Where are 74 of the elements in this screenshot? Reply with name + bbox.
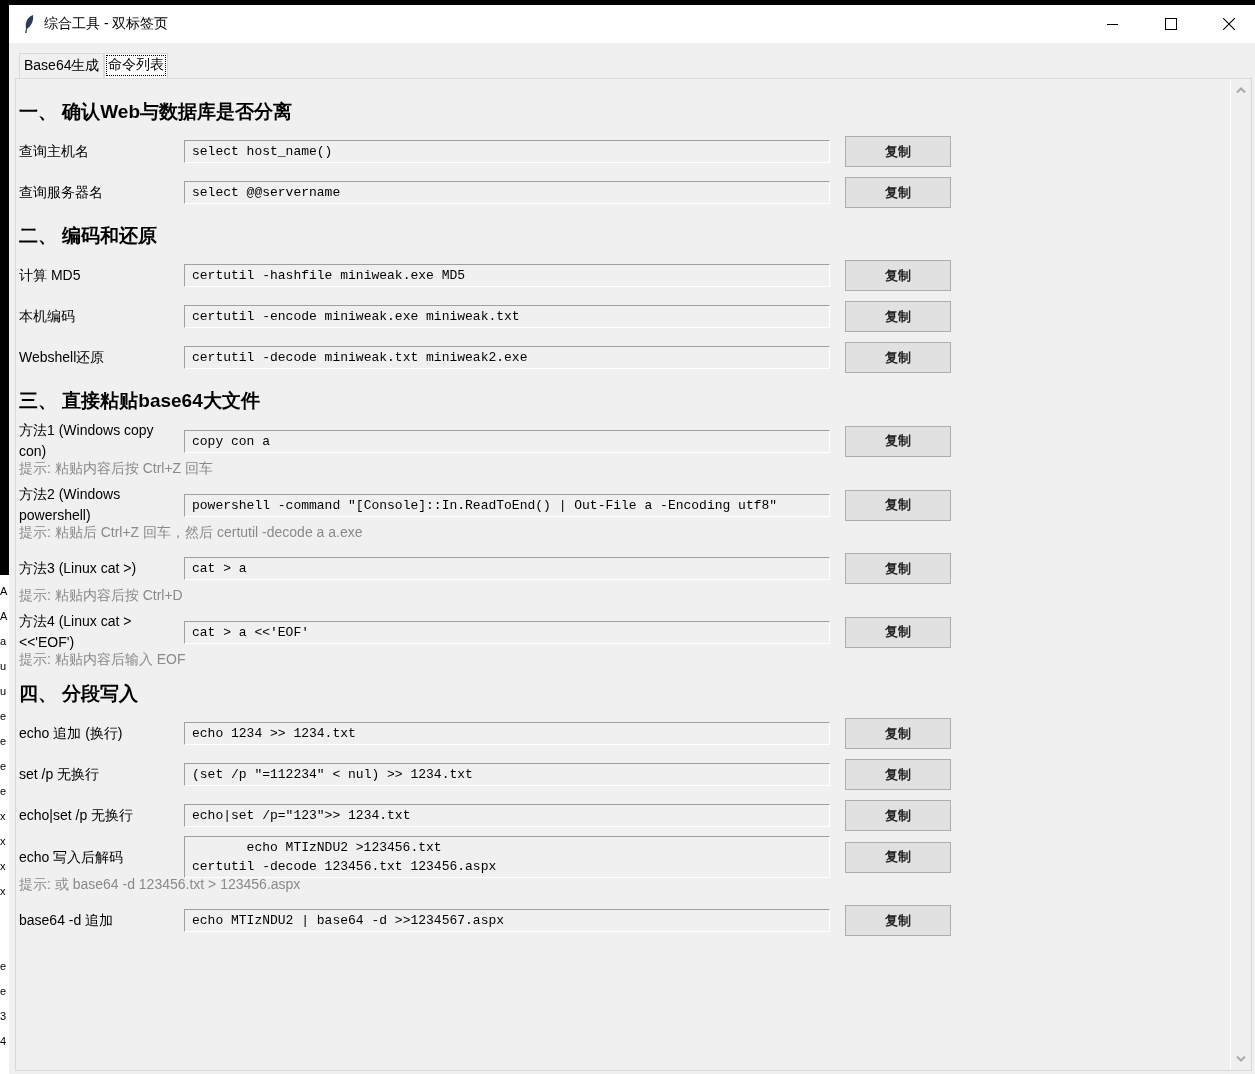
hint-text: 提示: 粘贴内容后按 Ctrl+Z 回车 [19, 459, 215, 478]
command-label: 计算 MD5 [19, 266, 82, 285]
copy-button[interactable]: 复制 [845, 759, 951, 790]
copy-button[interactable]: 复制 [845, 177, 951, 208]
section-heading: 三、 直接粘贴base64大文件 [19, 389, 261, 413]
copy-button[interactable]: 复制 [845, 301, 951, 332]
section-heading: 一、 确认Web与数据库是否分离 [19, 100, 294, 124]
hint-text: 提示: 粘贴内容后按 Ctrl+D [19, 586, 184, 605]
copy-button[interactable]: 复制 [845, 136, 951, 167]
command-field[interactable]: powershell -command "[Console]::In.ReadToEnd() | Out-File a -Encoding utf8" [184, 493, 830, 517]
command-field[interactable]: echo MTIzNDU2 >123456.txt certutil -decode 123456.txt 123456.aspx [184, 836, 830, 878]
hint-text: 提示: 粘贴后 Ctrl+Z 回车，然后 certutil -decode a a.exe [19, 523, 364, 542]
section-heading: 四、 分段写入 [19, 682, 140, 706]
tab[interactable]: 命令列表 [104, 53, 169, 78]
copy-button[interactable]: 复制 [845, 342, 951, 373]
text-fragment: x [0, 834, 7, 849]
text-fragment: e [0, 959, 8, 974]
copy-button[interactable]: 复制 [845, 905, 951, 936]
section-heading: 二、 编码和还原 [19, 224, 159, 248]
command-label: Webshell还原 [19, 348, 106, 367]
command-field[interactable]: (set /p "=112234" < nul) >> 1234.txt [184, 763, 830, 786]
copy-button[interactable]: 复制 [845, 800, 951, 831]
command-field[interactable]: copy con a [184, 429, 830, 453]
window-title: 综合工具 - 双标签页 [44, 15, 169, 33]
copy-button[interactable]: 复制 [845, 841, 951, 873]
command-field[interactable]: certutil -decode miniweak.txt miniweak2.exe [184, 346, 830, 369]
text-fragment: e [0, 984, 8, 999]
hint-text: 提示: 或 base64 -d 123456.txt > 123456.aspx [19, 875, 302, 894]
copy-button[interactable]: 复制 [845, 425, 951, 457]
copy-button[interactable]: 复制 [845, 260, 951, 291]
text-fragment: u [0, 659, 8, 674]
tab[interactable]: Base64生成 [19, 53, 105, 78]
text-fragment: x [0, 859, 7, 874]
copy-button[interactable]: 复制 [845, 616, 951, 648]
maximize-icon[interactable] [1165, 18, 1177, 30]
close-icon[interactable] [1223, 18, 1235, 30]
command-field[interactable]: echo|set /p="123">> 1234.txt [184, 804, 830, 827]
copy-button[interactable]: 复制 [845, 489, 951, 521]
text-fragment: x [0, 884, 7, 899]
copy-button[interactable]: 复制 [845, 718, 951, 749]
text-fragment: a [0, 634, 8, 649]
text-fragment: e [0, 734, 8, 749]
text-fragment: 4 [0, 1034, 8, 1049]
command-label: 查询主机名 [19, 142, 90, 161]
command-label: 方法2 (Windows powershell) [19, 485, 122, 525]
command-field[interactable]: certutil -encode miniweak.exe miniweak.txt [184, 305, 830, 328]
hint-text: 提示: 粘贴内容后输入 EOF [19, 650, 187, 669]
text-fragment: A [0, 609, 9, 624]
command-label: echo 写入后解码 [19, 847, 125, 867]
command-label: 方法1 (Windows copy con) [19, 421, 155, 461]
text-fragment: e [0, 759, 8, 774]
text-fragment: u [0, 684, 8, 699]
text-fragment: 3 [0, 1009, 8, 1024]
command-field[interactable]: cat > a <<'EOF' [184, 620, 830, 644]
command-label: echo 追加 (换行) [19, 724, 124, 743]
text-fragment: e [0, 784, 8, 799]
text-fragment: x [0, 809, 7, 824]
command-label: set /p 无换行 [19, 765, 101, 784]
command-label: 本机编码 [19, 307, 76, 326]
command-label: base64 -d 追加 [19, 911, 115, 930]
command-field[interactable]: echo 1234 >> 1234.txt [184, 722, 830, 745]
command-label: 方法3 (Linux cat >) [19, 559, 138, 578]
command-field[interactable]: select host_name() [184, 140, 830, 163]
command-label: 查询服务器名 [19, 183, 104, 202]
feather-icon [23, 14, 35, 34]
text-fragment: A [0, 584, 9, 599]
command-field[interactable]: echo MTIzNDU2 | base64 -d >>1234567.aspx [184, 909, 830, 932]
copy-button[interactable]: 复制 [845, 553, 951, 584]
command-field[interactable]: certutil -hashfile miniweak.exe MD5 [184, 264, 830, 287]
command-label: 方法4 (Linux cat > <<'EOF') [19, 612, 133, 652]
command-field[interactable]: select @@servername [184, 181, 830, 204]
command-label: echo|set /p 无换行 [19, 806, 135, 825]
text-fragment: e [0, 709, 8, 724]
command-field[interactable]: cat > a [184, 557, 830, 580]
